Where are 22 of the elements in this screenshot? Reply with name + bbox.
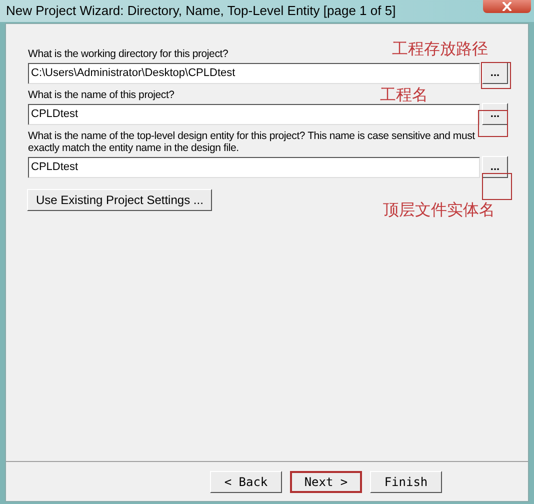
field-label: What is the name of the top-level design entity for this project? This name is case sensitive and must exactly match the entity name in the design file. [28, 130, 476, 154]
annotation-text: 顶层文件实体名 [383, 202, 495, 220]
highlight-box [482, 173, 512, 200]
text-field[interactable]: C:\Users\Administrator\Desktop\CPLDtest [28, 62, 480, 84]
wizard-button[interactable]: Next > [290, 471, 362, 493]
browse-button[interactable]: ... [482, 62, 508, 84]
annotation-text: 工程名 [380, 87, 428, 105]
close-icon [502, 2, 512, 11]
wizard-button[interactable]: Finish [370, 471, 442, 493]
field-label: What is the name of this project? [28, 89, 174, 101]
use-existing-settings-button[interactable]: Use Existing Project Settings ... [27, 189, 212, 211]
browse-button[interactable]: ... [482, 156, 508, 178]
highlight-box [478, 110, 508, 137]
close-button[interactable] [483, 0, 531, 13]
browse-button[interactable]: ... [482, 103, 508, 125]
highlight-box [481, 62, 511, 89]
window-title: New Project Wizard: Directory, Name, Top-Level Entity [page 1 of 5] [6, 2, 396, 20]
field-label: What is the working directory for this project? [28, 48, 228, 60]
wizard-button[interactable]: < Back [210, 471, 282, 493]
text-field[interactable]: CPLDtest [28, 104, 480, 124]
text-field[interactable]: CPLDtest [28, 156, 480, 178]
annotation-text: 工程存放路径 [392, 41, 488, 59]
